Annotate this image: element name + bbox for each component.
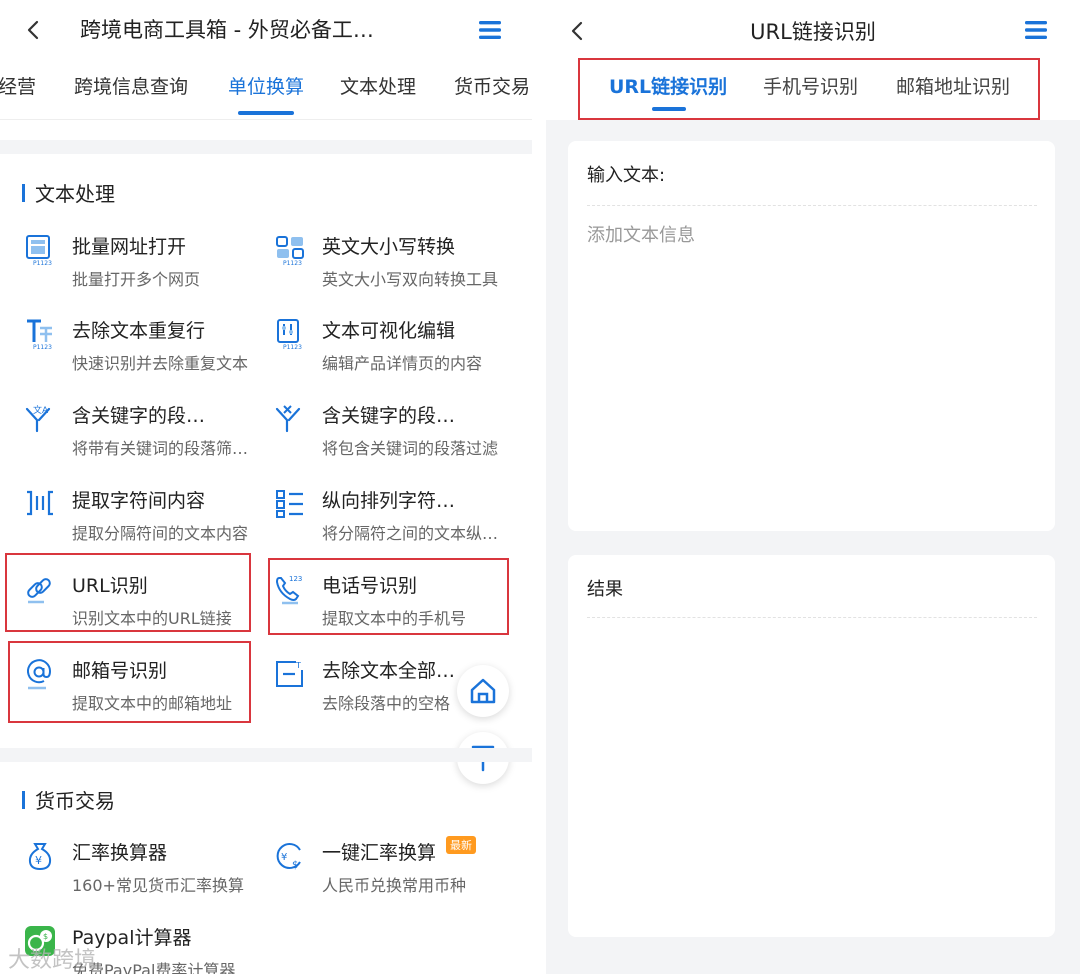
svg-text:P1123: P1123 bbox=[33, 260, 52, 266]
menu-button[interactable] bbox=[470, 10, 510, 50]
watermark: 大数跨境 bbox=[8, 948, 97, 973]
divider bbox=[0, 748, 532, 762]
tool-filter-keyword-paragraphs[interactable]: 文A 含关键字的段… 将带有关键词的段落筛… bbox=[24, 403, 274, 473]
menu-button[interactable] bbox=[1016, 10, 1056, 50]
section-accent-bar bbox=[22, 790, 25, 809]
batch-url-icon: P1123 bbox=[24, 234, 56, 267]
chevron-left-icon bbox=[27, 20, 39, 40]
tool-vertical-list[interactable]: 纵向排列字符… 将分隔符之间的文本纵… bbox=[274, 488, 524, 558]
tool-one-click-exchange[interactable]: ¥ $ 一键汇率换算 人民币兑换常用币种 bbox=[274, 840, 524, 910]
dashed-divider bbox=[587, 205, 1037, 206]
tool-description: 将带有关键词的段落筛… bbox=[72, 439, 249, 458]
currency-exchange-icon: ¥ $ bbox=[274, 840, 306, 872]
extract-between-icon bbox=[24, 488, 56, 520]
svg-text:P1123: P1123 bbox=[283, 260, 302, 266]
active-tab-indicator bbox=[238, 111, 294, 115]
filter-keyword-icon: 文A bbox=[24, 403, 56, 435]
tool-name: 批量网址打开 bbox=[72, 236, 187, 258]
tool-name: 纵向排列字符… bbox=[322, 490, 456, 512]
divider bbox=[0, 140, 532, 154]
svg-text:$: $ bbox=[43, 932, 48, 941]
tool-extract-between[interactable]: 提取字符间内容 提取分隔符间的文本内容 bbox=[24, 488, 274, 558]
tool-name: 含关键字的段… bbox=[322, 405, 456, 427]
tab-text-processing[interactable]: 文本处理 bbox=[340, 72, 416, 99]
case-convert-icon: P1123 bbox=[274, 234, 306, 267]
result-label: 结果 bbox=[587, 579, 623, 600]
menu-icon bbox=[1025, 21, 1047, 39]
tool-description: 快速识别并去除重复文本 bbox=[72, 354, 249, 373]
tool-description: 将分隔符之间的文本纵… bbox=[322, 524, 499, 543]
home-icon bbox=[470, 678, 496, 704]
tool-description: 编辑产品详情页的内容 bbox=[322, 354, 483, 373]
tool-exchange-rate-calculator[interactable]: ¥ 汇率换算器 160+常见货币汇率换算 bbox=[24, 840, 274, 910]
tool-remove-keyword-paragraphs[interactable]: 含关键字的段… 将包含关键词的段落过滤 bbox=[274, 403, 524, 473]
result-card: 结果 bbox=[568, 555, 1055, 937]
tool-name: 英文大小写转换 bbox=[322, 236, 456, 258]
highlight-phone-tool bbox=[268, 558, 509, 635]
section-title-text-processing: 文本处理 bbox=[22, 178, 115, 207]
toolbox-screen: 跨境电商工具箱 - 外贸必备工… 经营 跨境信息查询 单位换算 文本处理 货币交… bbox=[0, 0, 532, 974]
tool-name: 一键汇率换算 bbox=[322, 842, 437, 864]
highlight-url-tool bbox=[5, 553, 251, 632]
url-recognition-screen: URL链接识别 URL链接识别 手机号识别 邮箱地址识别 输入文本: 结果 bbox=[546, 0, 1080, 974]
new-badge: 最新 bbox=[446, 836, 476, 854]
money-bag-icon: ¥ bbox=[24, 840, 56, 872]
section-accent-bar bbox=[22, 183, 25, 202]
svg-text:¥: ¥ bbox=[281, 852, 287, 863]
tool-name: 汇率换算器 bbox=[72, 842, 168, 864]
vertical-list-icon bbox=[274, 488, 306, 520]
remove-keyword-icon bbox=[274, 403, 306, 435]
tool-description: 将包含关键词的段落过滤 bbox=[322, 439, 499, 458]
tool-case-convert[interactable]: P1123 英文大小写转换 英文大小写双向转换工具 bbox=[274, 234, 524, 304]
tool-batch-url-open[interactable]: P1123 批量网址打开 批量打开多个网页 bbox=[24, 234, 274, 304]
tool-description: 人民币兑换常用币种 bbox=[322, 876, 467, 895]
page-title: 跨境电商工具箱 - 外贸必备工… bbox=[80, 18, 374, 42]
visual-edit-icon: P1123 bbox=[274, 318, 306, 351]
tool-name: 文本可视化编辑 bbox=[322, 320, 456, 342]
tool-visual-edit[interactable]: P1123 文本可视化编辑 编辑产品详情页的内容 bbox=[274, 318, 524, 388]
svg-text:P1123: P1123 bbox=[33, 344, 52, 350]
highlight-email-tool bbox=[8, 641, 251, 723]
svg-text:T: T bbox=[295, 661, 301, 670]
svg-text:$: $ bbox=[292, 860, 298, 871]
input-card: 输入文本: bbox=[568, 141, 1055, 531]
tool-name: 提取字符间内容 bbox=[72, 490, 206, 512]
section-title-currency: 货币交易 bbox=[22, 785, 115, 814]
tool-description: 160+常见货币汇率换算 bbox=[72, 876, 244, 895]
svg-text:¥: ¥ bbox=[35, 854, 42, 867]
back-button[interactable] bbox=[14, 10, 54, 50]
section-title-label: 货币交易 bbox=[35, 789, 115, 813]
top-bar: 跨境电商工具箱 - 外贸必备工… bbox=[0, 0, 532, 62]
tool-dedupe-lines[interactable]: P1123 去除文本重复行 快速识别并去除重复文本 bbox=[24, 318, 274, 388]
tab-currency[interactable]: 货币交易 bbox=[454, 72, 530, 99]
tab-cross-border-info[interactable]: 跨境信息查询 bbox=[74, 72, 188, 99]
highlight-tabs bbox=[578, 58, 1040, 120]
tool-description: 批量打开多个网页 bbox=[72, 270, 201, 289]
home-button[interactable] bbox=[457, 665, 509, 717]
tool-description: 去除段落中的空格 bbox=[322, 694, 451, 713]
svg-text:P1123: P1123 bbox=[283, 344, 302, 350]
dashed-divider bbox=[587, 617, 1037, 618]
tool-name: 去除文本全部… bbox=[322, 660, 456, 682]
tool-name: 含关键字的段… bbox=[72, 405, 206, 427]
tool-name: 去除文本重复行 bbox=[72, 320, 206, 342]
dedupe-text-icon: P1123 bbox=[24, 318, 56, 351]
tool-description: 英文大小写双向转换工具 bbox=[322, 270, 499, 289]
tool-description: 提取分隔符间的文本内容 bbox=[72, 524, 249, 543]
tab-business[interactable]: 经营 bbox=[0, 72, 36, 99]
menu-icon bbox=[479, 21, 501, 39]
top-bar: URL链接识别 bbox=[546, 0, 1080, 62]
section-title-label: 文本处理 bbox=[35, 182, 115, 206]
svg-text:文A: 文A bbox=[33, 404, 49, 416]
remove-space-icon: T bbox=[274, 658, 306, 690]
category-tabs: 经营 跨境信息查询 单位换算 文本处理 货币交易 bbox=[0, 62, 532, 120]
tab-unit-conversion[interactable]: 单位换算 bbox=[228, 72, 304, 99]
tool-description: 免费PayPal费率计算器 bbox=[72, 961, 236, 974]
input-label: 输入文本: bbox=[587, 165, 666, 186]
text-input[interactable] bbox=[587, 221, 1035, 501]
page-title: URL链接识别 bbox=[750, 20, 876, 44]
